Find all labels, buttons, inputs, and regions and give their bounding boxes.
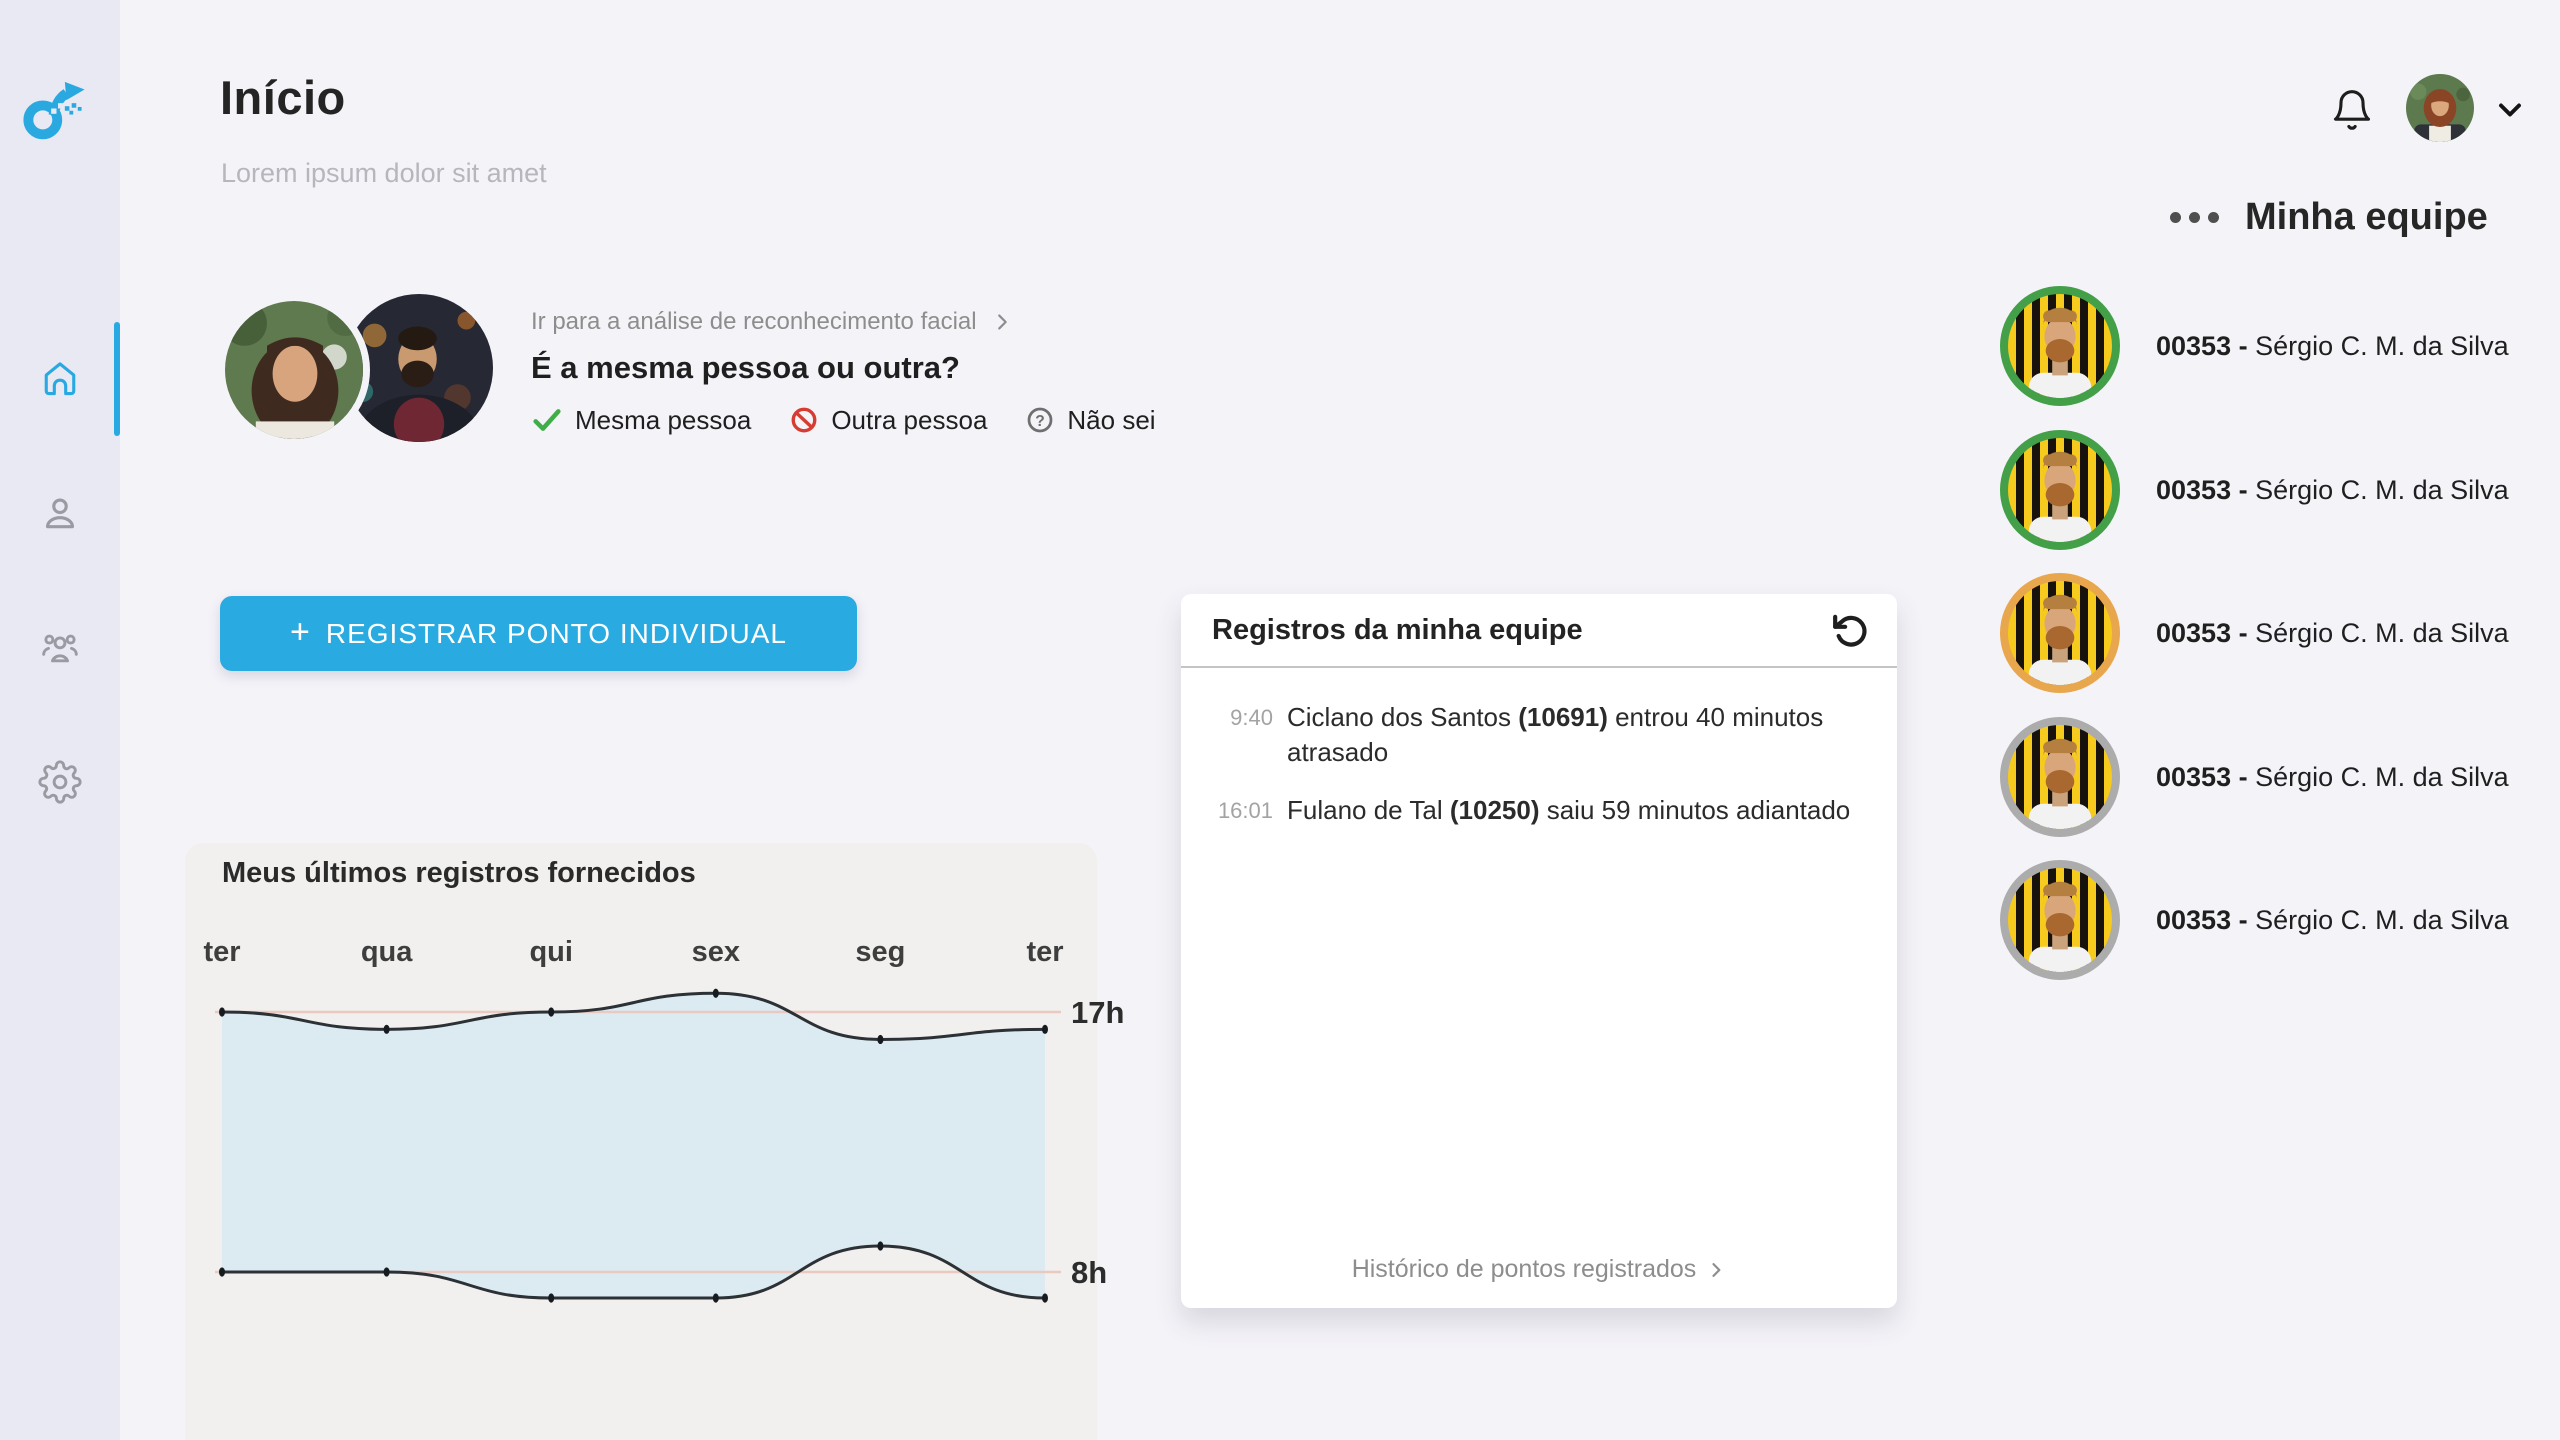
- record-row: 9:40 Ciclano dos Santos (10691) entrou 4…: [1205, 700, 1865, 769]
- refresh-icon: [1831, 611, 1871, 651]
- bell-icon: [2330, 86, 2374, 134]
- record-text: Fulano de Tal (10250) saiu 59 minutos ad…: [1287, 793, 1850, 828]
- sidebar: [0, 0, 120, 1440]
- my-records-chart-card: Meus últimos registros fornecidos 17h8ht…: [185, 843, 1097, 1440]
- face-match-link[interactable]: Ir para a análise de reconhecimento faci…: [531, 308, 1013, 336]
- sidebar-item-settings[interactable]: [38, 760, 82, 804]
- home-icon: [38, 356, 82, 400]
- member-label: 00353 - Sérgio C. M. da Silva: [2156, 331, 2509, 362]
- chevron-down-icon: [2492, 92, 2528, 128]
- option-dont-know[interactable]: ? Não sei: [1025, 405, 1155, 436]
- svg-text:seg: seg: [855, 936, 905, 968]
- sidebar-item-home[interactable]: [38, 356, 82, 400]
- face-match-link-label: Ir para a análise de reconhecimento faci…: [531, 308, 977, 336]
- chevron-right-icon: [991, 311, 1013, 333]
- svg-text:?: ?: [1036, 413, 1046, 430]
- active-tab-indicator: [114, 322, 120, 436]
- gear-icon: [38, 760, 82, 804]
- face-match-options: Mesma pessoa Outra pessoa ? Não sei: [531, 404, 1156, 436]
- more-options-icon[interactable]: [2170, 206, 2219, 229]
- svg-text:sex: sex: [692, 936, 740, 968]
- member-label: 00353 - Sérgio C. M. da Silva: [2156, 905, 2509, 936]
- question-icon: ?: [1025, 405, 1055, 435]
- member-label: 00353 - Sérgio C. M. da Silva: [2156, 762, 2509, 793]
- option-label: Mesma pessoa: [575, 405, 751, 436]
- team-records-panel: Registros da minha equipe 9:40 Ciclano d…: [1181, 594, 1897, 1308]
- my-team-header: Minha equipe: [2170, 196, 2488, 239]
- member-avatar: [2000, 573, 2120, 693]
- svg-text:qua: qua: [361, 936, 413, 968]
- check-icon: [531, 404, 563, 436]
- notifications-button[interactable]: [2330, 86, 2374, 134]
- svg-text:8h: 8h: [1071, 1255, 1107, 1290]
- user-icon: [38, 492, 82, 536]
- user-menu[interactable]: [2406, 74, 2536, 142]
- member-label: 00353 - Sérgio C. M. da Silva: [2156, 618, 2509, 649]
- app-logo-icon: [20, 72, 96, 148]
- page-title: Início: [220, 70, 346, 125]
- face-photo-1: [218, 294, 370, 446]
- option-label: Não sei: [1067, 405, 1155, 436]
- svg-text:17h: 17h: [1071, 995, 1124, 1030]
- member-label: 00353 - Sérgio C. M. da Silva: [2156, 475, 2509, 506]
- option-other-person[interactable]: Outra pessoa: [789, 405, 987, 436]
- records-history-label: Histórico de pontos registrados: [1352, 1255, 1697, 1284]
- member-avatar: [2000, 430, 2120, 550]
- member-avatar: [2000, 286, 2120, 406]
- refresh-button[interactable]: [1831, 611, 1871, 651]
- svg-text:qui: qui: [529, 936, 573, 968]
- team-icon: [38, 626, 82, 670]
- team-member-row[interactable]: 00353 - Sérgio C. M. da Silva: [2000, 853, 2540, 987]
- register-point-button[interactable]: + REGISTRAR PONTO INDIVIDUAL: [220, 596, 857, 671]
- user-avatar: [2406, 74, 2474, 142]
- my-team-title: Minha equipe: [2245, 196, 2488, 239]
- svg-text:ter: ter: [203, 936, 240, 968]
- face-match-question: É a mesma pessoa ou outra?: [531, 350, 960, 386]
- record-text: Ciclano dos Santos (10691) entrou 40 min…: [1287, 700, 1865, 769]
- ban-icon: [789, 405, 819, 435]
- records-area-chart: 17h8hterquaquisexsegter: [185, 843, 1097, 1440]
- record-row: 16:01 Fulano de Tal (10250) saiu 59 minu…: [1205, 793, 1865, 828]
- team-member-row[interactable]: 00353 - Sérgio C. M. da Silva: [2000, 566, 2540, 700]
- option-same-person[interactable]: Mesma pessoa: [531, 404, 751, 436]
- records-history-link[interactable]: Histórico de pontos registrados: [1181, 1255, 1897, 1284]
- svg-text:ter: ter: [1026, 936, 1063, 968]
- team-records-title: Registros da minha equipe: [1212, 614, 1583, 647]
- sidebar-item-team[interactable]: [38, 626, 82, 670]
- team-member-row[interactable]: 00353 - Sérgio C. M. da Silva: [2000, 710, 2540, 844]
- team-records-list: 9:40 Ciclano dos Santos (10691) entrou 4…: [1205, 700, 1865, 852]
- member-avatar: [2000, 860, 2120, 980]
- team-member-row[interactable]: 00353 - Sérgio C. M. da Silva: [2000, 423, 2540, 557]
- page-subtitle: Lorem ipsum dolor sit amet: [221, 158, 547, 189]
- plus-icon: +: [290, 615, 310, 649]
- record-time: 16:01: [1205, 793, 1273, 828]
- sidebar-item-profile[interactable]: [38, 492, 82, 536]
- option-label: Outra pessoa: [831, 405, 987, 436]
- chevron-right-icon: [1706, 1260, 1726, 1280]
- team-member-row[interactable]: 00353 - Sérgio C. M. da Silva: [2000, 279, 2540, 413]
- record-time: 9:40: [1205, 700, 1273, 769]
- team-records-header: Registros da minha equipe: [1181, 594, 1897, 668]
- register-point-label: REGISTRAR PONTO INDIVIDUAL: [326, 618, 787, 650]
- member-avatar: [2000, 717, 2120, 837]
